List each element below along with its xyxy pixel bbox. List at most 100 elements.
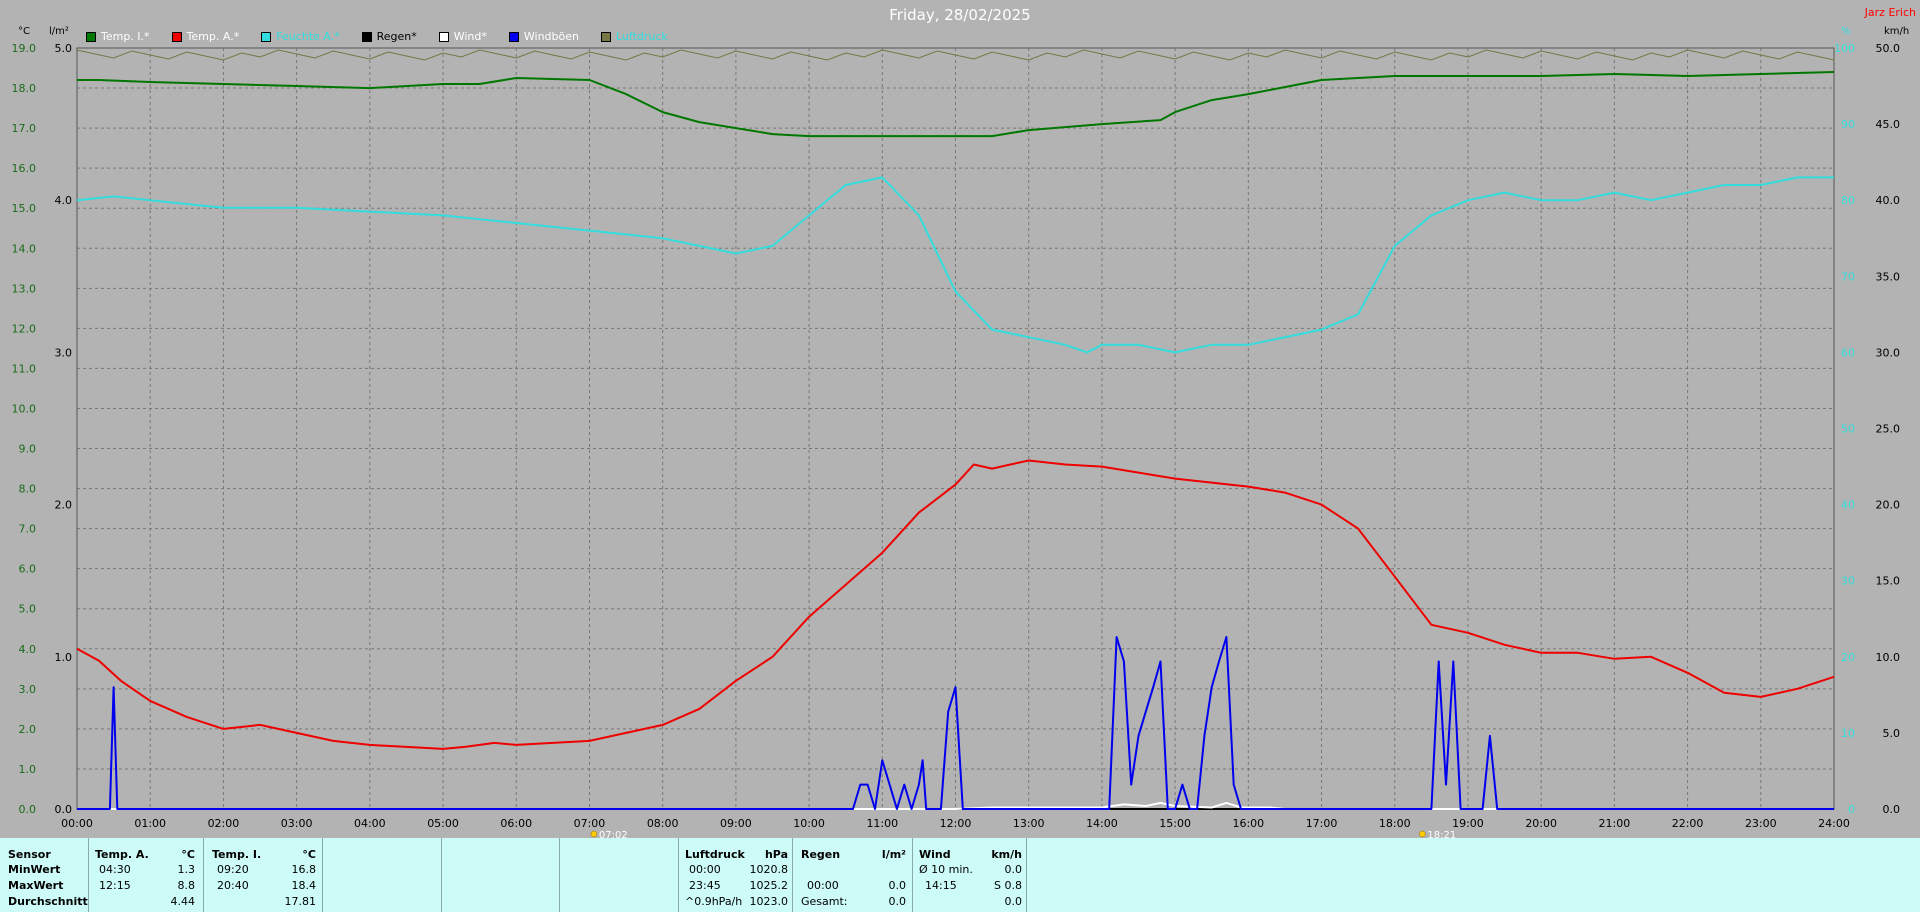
pressure-min-value: 1020.8 bbox=[749, 863, 789, 876]
rain-tick-label: 3.0 bbox=[55, 346, 73, 359]
temp-outdoor-line bbox=[76, 459, 1835, 750]
temp-tick-label: 3.0 bbox=[19, 683, 37, 696]
temp-tick-label: 10.0 bbox=[12, 402, 37, 415]
humidity-axis-unit: % bbox=[1841, 26, 1851, 37]
temp-outdoor-average: 4.44 bbox=[170, 895, 196, 908]
rain-axis-unit: l/m² bbox=[49, 26, 69, 37]
pressure-unit: hPa bbox=[764, 848, 788, 861]
temp-tick-label: 12.0 bbox=[12, 322, 37, 335]
rain-max-value: 0.0 bbox=[888, 879, 907, 892]
temp-outdoor-unit: °C bbox=[181, 848, 195, 861]
row-label-min: MinWert bbox=[8, 863, 61, 876]
wind-tick-label: 40.0 bbox=[1876, 194, 1901, 207]
x-tick-label: 14:00 bbox=[1086, 817, 1118, 830]
temp-tick-label: 11.0 bbox=[12, 362, 37, 375]
legend-item-humidity[interactable]: Feuchte A.* bbox=[261, 30, 340, 43]
x-tick-label: 03:00 bbox=[281, 817, 313, 830]
wind-unit: km/h bbox=[991, 848, 1022, 861]
legend-swatch bbox=[438, 31, 449, 42]
humidity-tick-label: 90 bbox=[1841, 118, 1855, 131]
x-tick-label: 21:00 bbox=[1599, 817, 1631, 830]
x-tick-label: 15:00 bbox=[1159, 817, 1191, 830]
temp-tick-label: 13.0 bbox=[12, 282, 37, 295]
x-tick-label: 12:00 bbox=[940, 817, 972, 830]
temp-indoor-min-time: 09:20 bbox=[217, 863, 249, 876]
legend-swatch bbox=[601, 31, 611, 42]
pressure-max-value: 1025.2 bbox=[749, 879, 789, 892]
wind-avg-value: 0.0 bbox=[1004, 863, 1023, 876]
temp-outdoor-max-time: 12:15 bbox=[99, 879, 131, 892]
rain-tick-label: 1.0 bbox=[55, 651, 73, 664]
wind-tick-label: 0.0 bbox=[1883, 803, 1901, 816]
wind-tick-label: 45.0 bbox=[1876, 118, 1901, 131]
wind-tick-label: 35.0 bbox=[1876, 270, 1901, 283]
legend-item-rain[interactable]: Regen* bbox=[361, 30, 417, 43]
humidity-tick-label: 20 bbox=[1841, 651, 1855, 664]
temp-indoor-max-value: 18.4 bbox=[291, 879, 317, 892]
humidity-tick-label: 0 bbox=[1848, 803, 1855, 816]
temp-indoor-average: 17.81 bbox=[284, 895, 317, 908]
humidity-tick-label: 10 bbox=[1841, 727, 1855, 740]
weather-chart: 0.0 1.0 2.0 3.0 4.0 5.0 6.0 7.0 8.0 9.0 10.0 11.0 12… bbox=[12, 42, 1901, 838]
humidity-tick-label: 100 bbox=[1834, 42, 1855, 55]
pressure-column: Luftdruck hPa 00:00 1020.8 23:45 1025.2 … bbox=[679, 838, 793, 912]
sunrise-icon bbox=[590, 830, 598, 838]
legend-item-temp-indoor[interactable]: Temp. I.* bbox=[86, 30, 150, 43]
wind-current-value: 0.0 bbox=[1004, 895, 1023, 908]
wind-max-time: 14:15 bbox=[925, 879, 957, 892]
rain-total-value: 0.0 bbox=[888, 895, 907, 908]
temp-outdoor-max-value: 8.8 bbox=[177, 879, 196, 892]
x-tick-label: 04:00 bbox=[354, 817, 386, 830]
temp-tick-label: 16.0 bbox=[12, 162, 37, 175]
rain-tick-label: 0.0 bbox=[55, 803, 73, 816]
wind-header: Wind bbox=[919, 848, 951, 861]
chart-legend: Temp. I.* Temp. A.* Feuchte A.* Regen* W… bbox=[86, 30, 690, 43]
x-tick-label: 08:00 bbox=[647, 817, 679, 830]
sunset-icon bbox=[1419, 830, 1426, 838]
pressure-max-time: 23:45 bbox=[689, 879, 721, 892]
row-label-avg: Durchschnitt bbox=[8, 895, 88, 908]
x-tick-label: 11:00 bbox=[866, 817, 898, 830]
temp-indoor-column: Temp. I. °C 09:20 16.8 20:40 18.4 17.81 bbox=[204, 838, 323, 912]
legend-item-temp-outdoor[interactable]: Temp. A.* bbox=[171, 30, 239, 43]
x-tick-label: 01:00 bbox=[134, 817, 166, 830]
axis-ticks: 0.0 1.0 2.0 3.0 4.0 5.0 6.0 7.0 8.0 9.0 10.0 11.0 12… bbox=[12, 42, 1901, 830]
x-tick-label: 00:00 bbox=[61, 817, 93, 830]
temp-axis-unit: °C bbox=[18, 26, 30, 37]
legend-item-gusts[interactable]: Windböen bbox=[508, 30, 579, 43]
wind-column: Wind km/h Ø 10 min. 0.0 14:15 S 0.8 0.0 bbox=[913, 838, 1027, 912]
temp-outdoor-min-time: 04:30 bbox=[99, 863, 131, 876]
empty-column bbox=[560, 838, 679, 912]
temp-tick-label: 18.0 bbox=[12, 82, 37, 95]
humidity-tick-label: 50 bbox=[1841, 423, 1855, 436]
x-tick-label: 07:00 bbox=[574, 817, 606, 830]
temp-tick-label: 15.0 bbox=[12, 202, 37, 215]
wind-tick-label: 15.0 bbox=[1876, 575, 1901, 588]
sensor-header: Sensor bbox=[8, 848, 51, 861]
legend-swatch bbox=[361, 31, 372, 42]
legend-swatch bbox=[261, 31, 272, 42]
wind-avg-label: Ø 10 min. bbox=[919, 863, 973, 876]
legend-item-pressure[interactable]: Luftdruck bbox=[601, 30, 668, 43]
sensor-column: Sensor MinWert MaxWert Durchschnitt bbox=[0, 838, 89, 912]
temp-tick-label: 14.0 bbox=[12, 242, 37, 255]
x-tick-label: 05:00 bbox=[427, 817, 459, 830]
rain-tick-label: 5.0 bbox=[55, 42, 73, 55]
temp-indoor-max-time: 20:40 bbox=[217, 879, 249, 892]
x-tick-label: 20:00 bbox=[1525, 817, 1557, 830]
temp-indoor-min-value: 16.8 bbox=[291, 863, 317, 876]
pressure-min-time: 00:00 bbox=[689, 863, 721, 876]
sun-markers: 07:02 18:21 bbox=[590, 830, 1456, 838]
wind-axis-unit: km/h bbox=[1884, 26, 1910, 37]
pressure-current: 1023.0 bbox=[749, 895, 789, 908]
pressure-trend: ^0.9hPa/h bbox=[685, 895, 743, 908]
rain-max-time: 00:00 bbox=[807, 879, 839, 892]
row-label-max: MaxWert bbox=[8, 879, 64, 892]
humidity-tick-label: 70 bbox=[1841, 270, 1855, 283]
rain-tick-label: 4.0 bbox=[55, 194, 73, 207]
x-tick-label: 18:00 bbox=[1379, 817, 1411, 830]
temp-tick-label: 8.0 bbox=[19, 483, 37, 496]
temp-tick-label: 7.0 bbox=[19, 523, 37, 536]
legend-item-wind[interactable]: Wind* bbox=[438, 30, 487, 43]
wind-tick-label: 25.0 bbox=[1876, 423, 1901, 436]
